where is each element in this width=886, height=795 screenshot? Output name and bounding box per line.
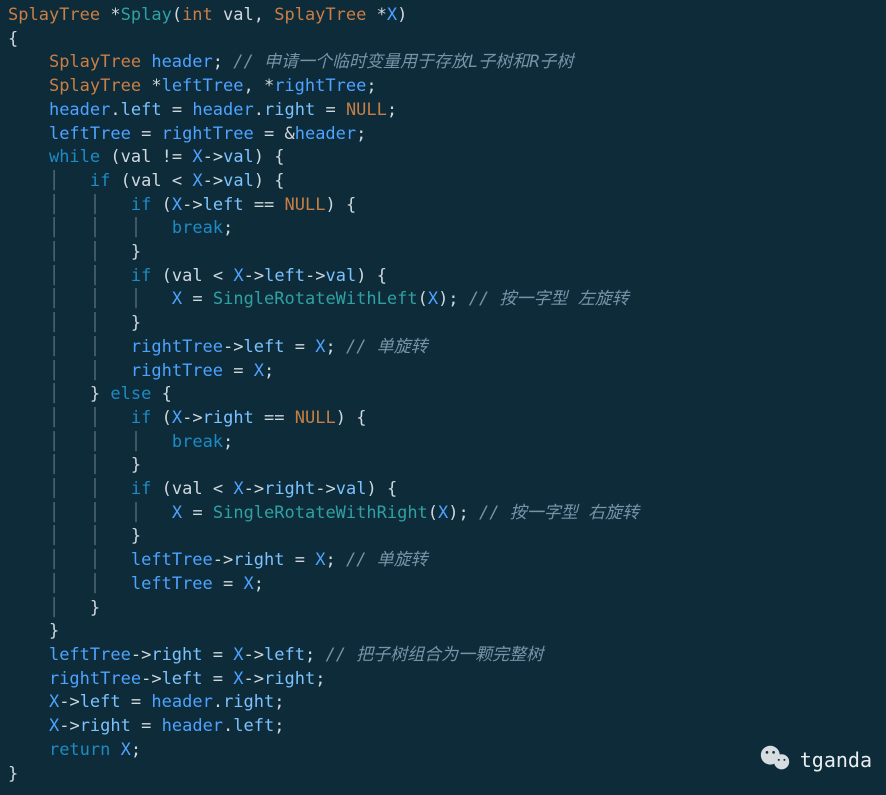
comment-alloc: // 申请一个临时变量用于存放L子树和R子树 <box>233 52 573 72</box>
fn-splay: Splay <box>121 5 172 25</box>
watermark: tganda <box>758 741 872 781</box>
fn-rotate-right: SingleRotateWithRight <box>213 503 428 523</box>
comment-rotR: // 按一字型 右旋转 <box>479 503 639 523</box>
code-block: SplayTree *Splay(int val, SplayTree *X) … <box>0 0 886 790</box>
comment-rotL: // 按一字型 左旋转 <box>469 289 629 309</box>
type-keyword: SplayTree <box>8 5 100 25</box>
wechat-icon <box>758 741 792 781</box>
comment-single: // 单旋转 <box>346 337 428 357</box>
watermark-text: tganda <box>800 749 872 773</box>
comment-merge: // 把子树组合为一颗完整树 <box>325 645 543 665</box>
fn-rotate-left: SingleRotateWithLeft <box>213 289 418 309</box>
